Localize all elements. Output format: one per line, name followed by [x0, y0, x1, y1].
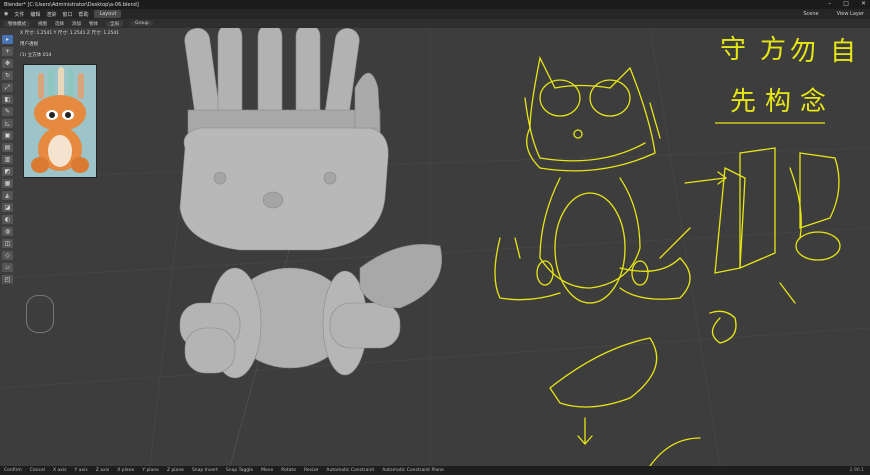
version-label: 2.90.1	[849, 468, 864, 473]
status-z-axis: Z axis	[95, 468, 110, 473]
status-snap-toggle: Snap Toggle	[225, 468, 254, 473]
view-layer-selector[interactable]: View Layer	[837, 11, 864, 17]
dimensions-readout: X 尺寸: 1.2541 Y 尺寸: 1.2541 Z 尺寸: 1.2541	[20, 31, 120, 36]
status-rotate: Rotate	[281, 468, 296, 473]
note-char-7: 念	[800, 87, 826, 117]
status-bar: Confirm Cancel X axis Y axis Z axis X pl…	[0, 466, 870, 475]
add-cube-tool-icon[interactable]: ▣	[2, 131, 13, 140]
knife-tool-icon[interactable]: ◭	[2, 191, 13, 200]
blender-logo-icon[interactable]: ◉	[4, 11, 8, 17]
status-cancel: Cancel	[29, 468, 45, 473]
fox-model	[179, 23, 442, 379]
reference-image	[23, 64, 97, 178]
move-tool-icon[interactable]: ✥	[2, 59, 13, 68]
rip-tool-icon[interactable]: ◰	[2, 275, 13, 284]
menu-add[interactable]: 添加	[72, 21, 81, 27]
note-char-1: 守	[720, 35, 746, 65]
menu-render[interactable]: 渲染	[46, 11, 56, 18]
tool-shelf: ▸ + ✥ ↻ ⤢ ◧ ✎ ◺ ▣ ▤ ▥ ◩ ▦ ◭ ◪ ◐ ◍ ◫ ◇ ▱ …	[2, 35, 16, 284]
view-name: 用户透视	[20, 42, 38, 47]
bevel-tool-icon[interactable]: ◩	[2, 167, 13, 176]
poly-build-tool-icon[interactable]: ◪	[2, 203, 13, 212]
menu-view[interactable]: 视图	[38, 21, 47, 27]
orientation-dropdown[interactable]: 全局	[106, 20, 123, 27]
note-char-5: 先	[730, 87, 756, 117]
edge-slide-tool-icon[interactable]: ◫	[2, 239, 13, 248]
extrude-tool-icon[interactable]: ▤	[2, 143, 13, 152]
status-auto-constraint-plane: Automatic Constraint Plane	[382, 468, 444, 473]
menu-bar: ◉ 文件 编辑 渲染 窗口 帮助 Layout Scene View Layer	[0, 9, 870, 19]
menu-file[interactable]: 文件	[14, 11, 24, 18]
status-y-axis: Y axis	[74, 468, 88, 473]
select-tool-icon[interactable]: ▸	[2, 35, 13, 44]
scale-tool-icon[interactable]: ⤢	[2, 83, 13, 92]
transform-tool-icon[interactable]: ◧	[2, 95, 13, 104]
status-confirm: Confirm	[4, 468, 22, 473]
mouse-hint-icon	[26, 295, 54, 333]
smooth-tool-icon[interactable]: ◍	[2, 227, 13, 236]
mode-dropdown[interactable]: 物体模式	[4, 20, 30, 27]
status-move: Move	[261, 468, 274, 473]
note-char-3: 勿	[790, 37, 816, 67]
note-char-2: 方	[760, 35, 786, 65]
status-auto-constraint: Automatic Constraint	[326, 468, 375, 473]
sketch-overlay	[494, 56, 841, 467]
status-x-axis: X axis	[53, 468, 67, 473]
status-z-plane: Z plane	[166, 468, 184, 473]
note-char-4: 自	[830, 37, 856, 67]
viewport-header: 物体模式 视图 选择 添加 物体 全局 Group	[0, 19, 870, 28]
annotate-tool-icon[interactable]: ✎	[2, 107, 13, 116]
status-snap-invert: Snap Invert	[191, 468, 218, 473]
close-icon[interactable]: ✕	[861, 0, 866, 7]
rotate-tool-icon[interactable]: ↻	[2, 71, 13, 80]
viewport-info: X 尺寸: 1.2541 Y 尺寸: 1.2541 Z 尺寸: 1.2541 用…	[20, 30, 119, 63]
fox-reference-icon	[24, 65, 96, 177]
handwritten-notes: 守 方 勿 自 先 构 念	[720, 35, 856, 117]
window-title: Blender* [C:\Users\Administrator\Desktop…	[4, 1, 139, 8]
menu-edit[interactable]: 编辑	[30, 11, 40, 18]
cursor-tool-icon[interactable]: +	[2, 47, 13, 56]
loop-cut-tool-icon[interactable]: ▦	[2, 179, 13, 188]
group-dropdown[interactable]: Group	[131, 21, 153, 26]
3d-viewport[interactable]: 守 方 勿 自 先 构 念	[0, 23, 870, 467]
status-y-plane: Y plane	[142, 468, 159, 473]
tab-layout[interactable]: Layout	[94, 10, 122, 18]
menu-object[interactable]: 物体	[89, 21, 98, 27]
menu-window[interactable]: 窗口	[62, 11, 72, 18]
inset-tool-icon[interactable]: ▥	[2, 155, 13, 164]
active-object: (1) 立方体.014	[20, 53, 52, 58]
minimize-icon[interactable]: –	[828, 0, 831, 7]
shear-tool-icon[interactable]: ▱	[2, 263, 13, 272]
menu-select[interactable]: 选择	[55, 21, 64, 27]
maximize-icon[interactable]: □	[843, 0, 849, 7]
scene-selector[interactable]: Scene	[803, 11, 818, 17]
note-char-6: 构	[765, 87, 791, 117]
title-bar: Blender* [C:\Users\Administrator\Desktop…	[0, 0, 870, 9]
menu-help[interactable]: 帮助	[78, 11, 88, 18]
measure-tool-icon[interactable]: ◺	[2, 119, 13, 128]
status-resize: Resize	[303, 468, 319, 473]
viewport-canvas: 守 方 勿 自 先 构 念	[0, 23, 870, 467]
status-x-plane: X plane	[117, 468, 135, 473]
spin-tool-icon[interactable]: ◐	[2, 215, 13, 224]
shrink-tool-icon[interactable]: ◇	[2, 251, 13, 260]
